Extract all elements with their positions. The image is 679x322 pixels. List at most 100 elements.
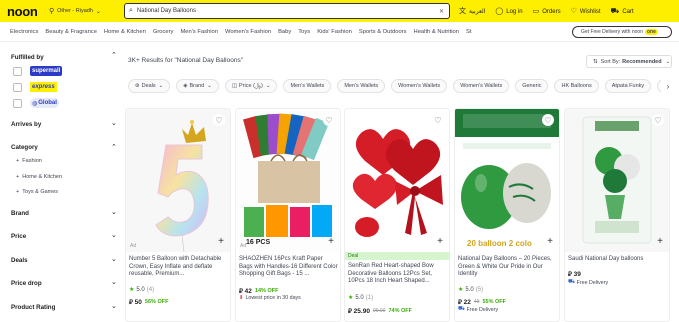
nav-category[interactable]: Baby <box>278 29 291 35</box>
chevron-up-icon[interactable]: ⌃ <box>111 143 117 151</box>
nav-category[interactable]: Women's Fashion <box>225 29 271 35</box>
nav-category[interactable]: Health & Nutrition <box>414 29 459 35</box>
star-icon: ★ <box>348 295 354 301</box>
free-delivery-pill[interactable]: Get Free Delivery with noon one <box>572 26 672 38</box>
chevron-right-icon[interactable]: › <box>661 79 675 93</box>
cart-button[interactable]: ⛟ Cart <box>611 7 634 16</box>
nav-category[interactable]: St <box>466 29 471 35</box>
nav-category[interactable]: Electronics <box>10 29 38 35</box>
deals-icon: ⊛ <box>135 83 140 89</box>
product-image[interactable] <box>236 109 340 252</box>
express-checkbox[interactable] <box>13 83 22 92</box>
discount-label: 56% OFF <box>144 298 169 305</box>
category-toys-games[interactable]: + Toys & Games <box>16 189 58 195</box>
add-to-cart-icon[interactable]: + <box>437 236 443 247</box>
results-prefix: 3K+ Results for <box>128 57 173 64</box>
nav-category[interactable]: Kids' Fashion <box>317 29 352 35</box>
chevron-down-icon[interactable]: ⌄ <box>111 119 117 127</box>
filter-sidebar: Fulfilled by ⌃ supermall express ◍ Global… <box>0 47 122 322</box>
wishlist-heart-icon[interactable]: ♡ <box>323 114 335 126</box>
add-to-cart-icon[interactable]: + <box>328 236 334 247</box>
filter-chip[interactable]: Women's Wallets <box>453 79 510 93</box>
saudi-national-day-balloons-image <box>582 116 652 244</box>
login-button[interactable]: ◯ Log in <box>495 7 522 15</box>
user-icon: ◯ <box>495 8 504 15</box>
sort-dropdown[interactable]: ⇅ Sort By: Recommended ⌄ <box>586 55 672 68</box>
product-card[interactable]: ♡ + Saudi National Day balloons ⃁ 39 ⛟ Fr… <box>564 108 670 322</box>
product-image[interactable] <box>565 109 669 252</box>
product-image[interactable] <box>455 109 559 252</box>
free-delivery-label: Get Free Delivery with noon <box>581 29 643 35</box>
product-title[interactable]: Number 5 Balloon with Detachable Crown, … <box>129 256 228 279</box>
deals-heading: Deals <box>11 257 28 264</box>
price-value: ⃁ 39 <box>568 271 581 278</box>
product-card[interactable]: 16 PCS ♡ + Ad SHAOZHEN 16Pcs Kraft Paper… <box>235 108 341 322</box>
rating-count: (5) <box>475 286 484 293</box>
wishlist-heart-icon[interactable]: ♡ <box>652 114 664 126</box>
product-price: ⃁ 42 14% OFF <box>239 286 278 296</box>
chevron-down-icon[interactable]: ⌄ <box>111 231 117 239</box>
nav-category[interactable]: Toys <box>298 29 310 35</box>
orders-button[interactable]: ▭ Orders <box>533 7 561 15</box>
cart-icon: ⛟ <box>610 7 620 15</box>
filter-chip-price[interactable]: ◫ Price (﷼) ⌄ <box>224 79 278 93</box>
wishlist-heart-icon[interactable]: ♡ <box>432 114 444 126</box>
supermall-checkbox[interactable] <box>13 67 22 76</box>
category-home-kitchen[interactable]: + Home & Kitchen <box>16 174 62 180</box>
nav-category[interactable]: Men's Fashion <box>180 29 218 35</box>
rating-count: (1) <box>365 294 374 301</box>
kraft-paper-bags-image <box>236 109 340 252</box>
sort-icon: ⇅ <box>593 58 598 65</box>
add-to-cart-icon[interactable]: + <box>657 236 663 247</box>
nav-category[interactable]: Grocery <box>153 29 174 35</box>
filter-chip[interactable]: Men's Wallets <box>337 79 386 93</box>
filter-chip-brand[interactable]: ◈ Brand ⌄ <box>176 79 219 93</box>
global-checkbox[interactable] <box>13 99 22 108</box>
price-value: ⃁ 25.90 <box>348 308 370 315</box>
wishlist-button[interactable]: ♡ Wishlist <box>571 7 601 15</box>
search-input[interactable]: ⌕ National Day Balloons ✕ <box>124 3 450 19</box>
filter-chip[interactable]: Generic <box>515 79 549 93</box>
product-card[interactable]: 20 balloon 2 colo ♡ + National Day Ballo… <box>454 108 560 322</box>
clear-search-icon[interactable]: ✕ <box>439 8 444 15</box>
wishlist-heart-icon[interactable]: ♡ <box>213 114 225 126</box>
header-actions: 文 العربية ◯ Log in ▭ Orders ♡ Wishlist ⛟ Cart <box>459 0 634 22</box>
add-to-cart-icon[interactable]: + <box>218 236 224 247</box>
noon-logo[interactable]: noon <box>7 4 49 19</box>
language-toggle[interactable]: 文 العربية <box>459 6 485 16</box>
login-label: Log in <box>506 9 523 15</box>
filter-chip[interactable]: Atpata Funky <box>604 79 652 93</box>
filter-chip[interactable]: Women's Wallets <box>391 79 448 93</box>
category-fashion[interactable]: + Fashion <box>16 158 42 164</box>
product-image[interactable] <box>126 109 230 252</box>
chevron-up-icon[interactable]: ⌃ <box>111 51 117 59</box>
product-title[interactable]: National Day Balloons – 20 Pieces, Green… <box>458 256 557 279</box>
chevron-down-icon[interactable]: ⌄ <box>111 302 117 310</box>
product-title[interactable]: SHAOZHEN 16Pcs Kraft Paper Bags with Han… <box>239 256 338 279</box>
orders-label: Orders <box>542 9 561 15</box>
filter-chip-deals[interactable]: ⊛ Deals ⌄ <box>128 79 171 93</box>
chevron-down-icon[interactable]: ⌄ <box>111 208 117 216</box>
price-drop-heading: Price drop <box>11 280 42 287</box>
product-card[interactable]: ♡ + Ad Number 5 Balloon with Detachable … <box>125 108 231 322</box>
add-to-cart-icon[interactable]: + <box>547 236 553 247</box>
product-title[interactable]: SenRan Red Heart-shaped Bow Decorative B… <box>348 263 447 286</box>
nav-category[interactable]: Sports & Outdoors <box>359 29 407 35</box>
product-price: ⃁ 25.90 99.00 74% OFF <box>348 306 412 316</box>
product-title[interactable]: Saudi National Day balloons <box>568 256 667 264</box>
filter-chip[interactable]: HK Balloons <box>554 79 599 93</box>
wishlist-heart-icon[interactable]: ♡ <box>542 114 554 126</box>
wishlist-label: Wishlist <box>579 9 601 15</box>
price-drop-icon: ⬇ <box>239 295 244 301</box>
chevron-down-icon[interactable]: ⌄ <box>111 255 117 263</box>
delivery-location[interactable]: ⚲ Other - Riyadh ⌄ <box>49 7 117 15</box>
product-card[interactable]: Deal ♡ + SenRan Red Heart-shaped Bow Dec… <box>344 108 450 322</box>
location-pin-icon: ⚲ <box>49 8 55 15</box>
chevron-down-icon: ⌄ <box>95 8 101 15</box>
nav-category[interactable]: Home & Kitchen <box>104 29 146 35</box>
truck-icon: ⛟ <box>458 306 465 312</box>
nav-category[interactable]: Beauty & Fragrance <box>45 29 97 35</box>
chevron-down-icon[interactable]: ⌄ <box>111 278 117 286</box>
product-image[interactable] <box>345 109 449 252</box>
filter-chip[interactable]: Men's Wallets <box>283 79 332 93</box>
